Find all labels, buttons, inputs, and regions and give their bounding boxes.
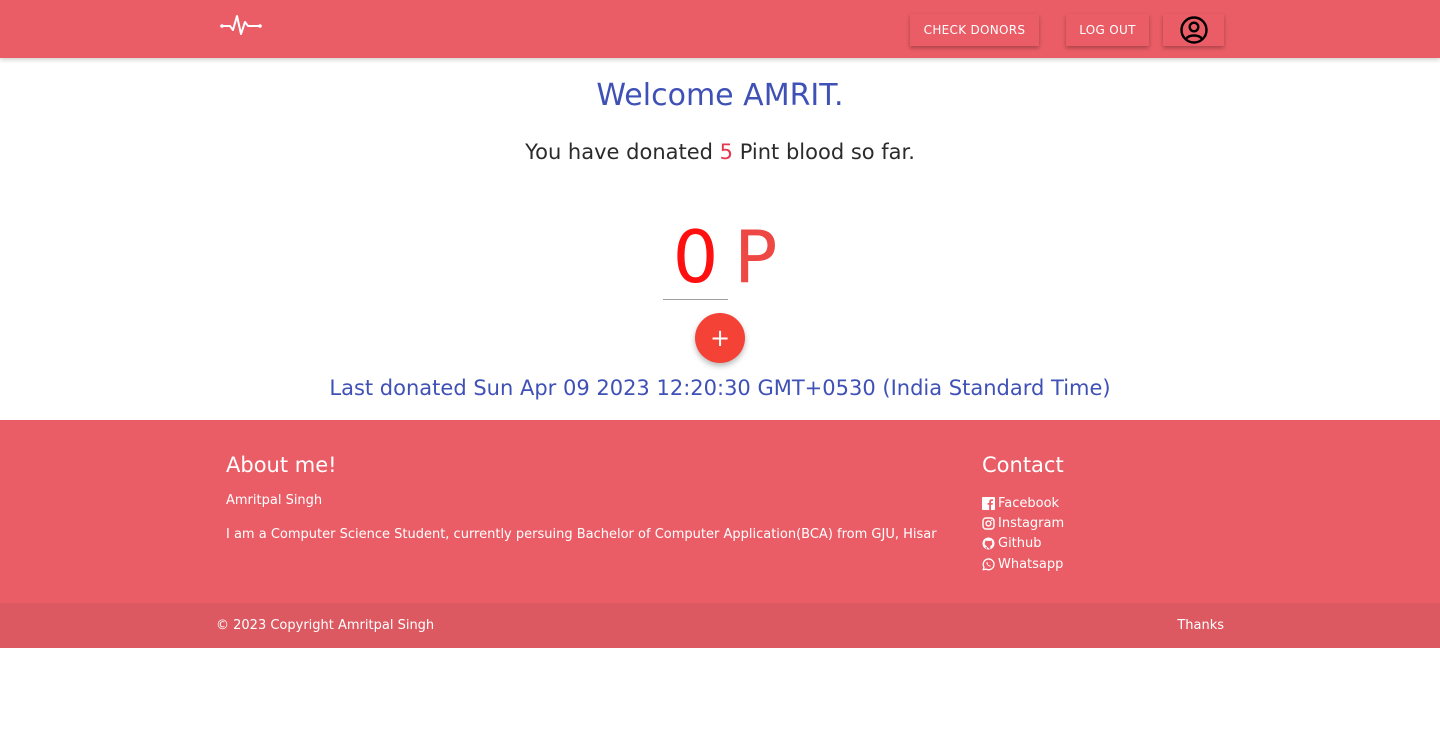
pint-input[interactable]: 0 [663, 214, 728, 300]
logout-button[interactable]: LOG OUT [1066, 14, 1149, 46]
contact-label: Instagram [998, 515, 1065, 531]
contact-link-instagram[interactable]: Instagram [982, 513, 1064, 533]
donated-prefix: You have donated [525, 140, 720, 164]
instagram-icon [982, 517, 995, 530]
about-description: I am a Computer Science Student, current… [226, 527, 937, 542]
check-donors-button[interactable]: CHECK DONORS [910, 14, 1039, 46]
profile-button[interactable] [1163, 14, 1224, 46]
contact-link-whatsapp[interactable]: Whatsapp [982, 554, 1064, 574]
contact-heading: Contact [982, 453, 1064, 477]
donated-count: 5 [719, 140, 734, 164]
donation-summary: You have donated 5 Pint blood so far. [0, 140, 1440, 164]
contact-label: Whatsapp [998, 556, 1064, 572]
footer: About me! Amritpal Singh I am a Computer… [0, 420, 1440, 603]
donated-suffix: Pint blood so far. [733, 140, 915, 164]
contact-label: Facebook [998, 495, 1060, 511]
welcome-heading: Welcome AMRIT. [596, 78, 844, 113]
facebook-icon [982, 496, 995, 510]
account-circle-icon [1179, 16, 1208, 44]
contact-label: Github [998, 536, 1042, 552]
pint-unit-label: P [734, 215, 778, 299]
add-donation-button[interactable]: + [695, 313, 745, 363]
github-icon [982, 537, 995, 550]
heartbeat-icon[interactable] [220, 12, 264, 38]
contact-link-facebook[interactable]: Facebook [982, 493, 1064, 513]
contact-list: Facebook Instagram Github Whatsapp [982, 493, 1064, 574]
top-navbar: CHECK DONORS LOG OUT [0, 0, 1440, 58]
about-name: Amritpal Singh [226, 493, 323, 508]
contact-link-github[interactable]: Github [982, 534, 1064, 554]
whatsapp-icon [982, 557, 995, 570]
copyright-bar: © 2023 Copyright Amritpal Singh Thanks [0, 603, 1440, 648]
about-heading: About me! [226, 453, 337, 477]
thanks-link[interactable]: Thanks [1177, 618, 1224, 633]
last-donated-text: Last donated Sun Apr 09 2023 12:20:30 GM… [329, 376, 1111, 400]
copyright-text: © 2023 Copyright Amritpal Singh [216, 618, 435, 633]
